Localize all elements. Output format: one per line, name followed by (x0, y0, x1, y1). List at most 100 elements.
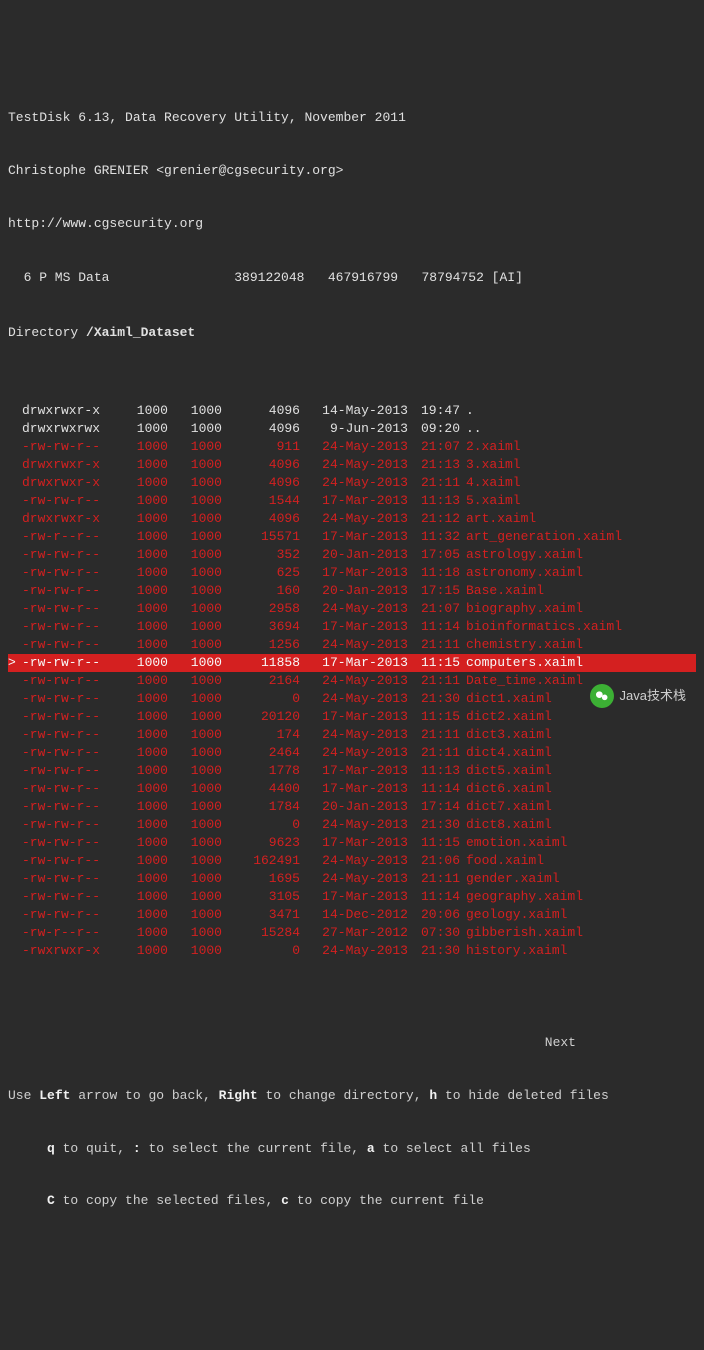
file-uid: 1000 (118, 726, 168, 744)
file-row[interactable]: -rw-rw-r--10001000154417-Mar-201311:135.… (8, 492, 696, 510)
file-perms: -rw-rw-r-- (22, 618, 118, 636)
file-row[interactable]: -rw-rw-r--10001000347114-Dec-201220:06ge… (8, 906, 696, 924)
file-gid: 1000 (172, 744, 222, 762)
file-time: 21:30 (408, 690, 460, 708)
file-row[interactable]: >-rw-rw-r--100010001185817-Mar-201311:15… (8, 654, 696, 672)
file-row[interactable]: -rw-rw-r--10001000369417-Mar-201311:14bi… (8, 618, 696, 636)
file-row[interactable]: -rw-rw-r--1000100017424-May-201321:11dic… (8, 726, 696, 744)
file-row[interactable]: -rw-rw-r--10001000962317-Mar-201311:15em… (8, 834, 696, 852)
file-size: 352 (222, 546, 300, 564)
file-perms: -rwxrwxr-x (22, 942, 118, 960)
file-row[interactable]: -rw-rw-r--1000100016249124-May-201321:06… (8, 852, 696, 870)
directory-line: Directory /Xaiml_Dataset (8, 324, 696, 342)
file-time: 21:11 (408, 672, 460, 690)
file-name: astronomy.xaiml (466, 564, 583, 582)
file-uid: 1000 (118, 582, 168, 600)
row-cursor (8, 834, 22, 852)
file-row[interactable]: -rw-rw-r--10001000177817-Mar-201311:13di… (8, 762, 696, 780)
file-perms: -rw-rw-r-- (22, 798, 118, 816)
row-cursor (8, 852, 22, 870)
file-uid: 1000 (118, 798, 168, 816)
file-row[interactable]: -rwxrwxr-x10001000024-May-201321:30histo… (8, 942, 696, 960)
file-uid: 1000 (118, 834, 168, 852)
file-row[interactable]: -rw-rw-r--1000100035220-Jan-201317:05ast… (8, 546, 696, 564)
file-time: 11:15 (408, 708, 460, 726)
file-date: 24-May-2013 (300, 510, 408, 528)
file-row[interactable]: -rw-rw-r--1000100091124-May-201321:072.x… (8, 438, 696, 456)
file-size: 1695 (222, 870, 300, 888)
file-date: 20-Jan-2013 (300, 798, 408, 816)
file-perms: -rw-rw-r-- (22, 672, 118, 690)
file-row[interactable]: -rw-rw-r--10001000295824-May-201321:07bi… (8, 600, 696, 618)
file-perms: drwxrwxrwx (22, 420, 118, 438)
file-name: dict2.xaiml (466, 708, 552, 726)
row-cursor (8, 582, 22, 600)
file-gid: 1000 (172, 582, 222, 600)
row-cursor (8, 780, 22, 798)
file-size: 3694 (222, 618, 300, 636)
file-row[interactable]: -rw-rw-r--10001000024-May-201321:30dict8… (8, 816, 696, 834)
file-perms: -rw-rw-r-- (22, 906, 118, 924)
file-uid: 1000 (118, 636, 168, 654)
file-row[interactable]: drwxrwxrwx100010004096 9-Jun-201309:20.. (8, 420, 696, 438)
file-date: 17-Mar-2013 (300, 888, 408, 906)
app-author: Christophe GRENIER <grenier@cgsecurity.o… (8, 162, 696, 180)
file-time: 21:07 (408, 438, 460, 456)
file-size: 4096 (222, 402, 300, 420)
row-cursor (8, 708, 22, 726)
file-row[interactable]: -rw-r--r--100010001528427-Mar-201207:30g… (8, 924, 696, 942)
file-time: 21:06 (408, 852, 460, 870)
file-gid: 1000 (172, 654, 222, 672)
file-row[interactable]: -rw-rw-r--1000100016020-Jan-201317:15Bas… (8, 582, 696, 600)
file-perms: drwxrwxr-x (22, 402, 118, 420)
file-row[interactable]: drwxrwxr-x10001000409614-May-201319:47. (8, 402, 696, 420)
file-row[interactable]: -rw-rw-r--10001000169524-May-201321:11ge… (8, 870, 696, 888)
file-row[interactable]: -rw-r--r--100010001557117-Mar-201311:32a… (8, 528, 696, 546)
file-date: 14-May-2013 (300, 402, 408, 420)
row-cursor (8, 672, 22, 690)
file-perms: -rw-rw-r-- (22, 834, 118, 852)
file-perms: -rw-rw-r-- (22, 636, 118, 654)
file-name: . (466, 402, 474, 420)
file-row[interactable]: -rw-rw-r--10001000178420-Jan-201317:14di… (8, 798, 696, 816)
file-gid: 1000 (172, 762, 222, 780)
file-gid: 1000 (172, 834, 222, 852)
file-time: 21:11 (408, 870, 460, 888)
file-size: 1256 (222, 636, 300, 654)
file-row[interactable]: -rw-rw-r--10001000440017-Mar-201311:14di… (8, 780, 696, 798)
file-gid: 1000 (172, 690, 222, 708)
file-gid: 1000 (172, 420, 222, 438)
file-size: 4096 (222, 456, 300, 474)
file-time: 11:13 (408, 762, 460, 780)
row-cursor (8, 618, 22, 636)
file-perms: -rw-rw-r-- (22, 582, 118, 600)
file-row[interactable]: drwxrwxr-x10001000409624-May-201321:12ar… (8, 510, 696, 528)
next-indicator[interactable]: Next (8, 1034, 696, 1052)
file-row[interactable]: -rw-rw-r--10001000125624-May-201321:11ch… (8, 636, 696, 654)
file-size: 162491 (222, 852, 300, 870)
file-name: dict5.xaiml (466, 762, 552, 780)
file-row[interactable]: -rw-rw-r--100010002012017-Mar-201311:15d… (8, 708, 696, 726)
file-time: 20:06 (408, 906, 460, 924)
file-row[interactable]: -rw-rw-r--10001000310517-Mar-201311:14ge… (8, 888, 696, 906)
file-perms: -rw-rw-r-- (22, 888, 118, 906)
app-url: http://www.cgsecurity.org (8, 215, 696, 233)
file-row[interactable]: -rw-rw-r--1000100062517-Mar-201311:18ast… (8, 564, 696, 582)
row-cursor (8, 474, 22, 492)
file-gid: 1000 (172, 456, 222, 474)
file-listing[interactable]: drwxrwxr-x10001000409614-May-201319:47. … (8, 402, 696, 960)
file-name: food.xaiml (466, 852, 544, 870)
file-size: 1784 (222, 798, 300, 816)
file-time: 21:11 (408, 726, 460, 744)
file-perms: -rw-rw-r-- (22, 708, 118, 726)
file-gid: 1000 (172, 942, 222, 960)
file-gid: 1000 (172, 402, 222, 420)
file-name: 3.xaiml (466, 456, 521, 474)
file-name: biography.xaiml (466, 600, 583, 618)
file-row[interactable]: drwxrwxr-x10001000409624-May-201321:114.… (8, 474, 696, 492)
row-cursor (8, 528, 22, 546)
file-name: Date_time.xaiml (466, 672, 583, 690)
file-row[interactable]: drwxrwxr-x10001000409624-May-201321:133.… (8, 456, 696, 474)
file-date: 24-May-2013 (300, 744, 408, 762)
file-row[interactable]: -rw-rw-r--10001000246424-May-201321:11di… (8, 744, 696, 762)
